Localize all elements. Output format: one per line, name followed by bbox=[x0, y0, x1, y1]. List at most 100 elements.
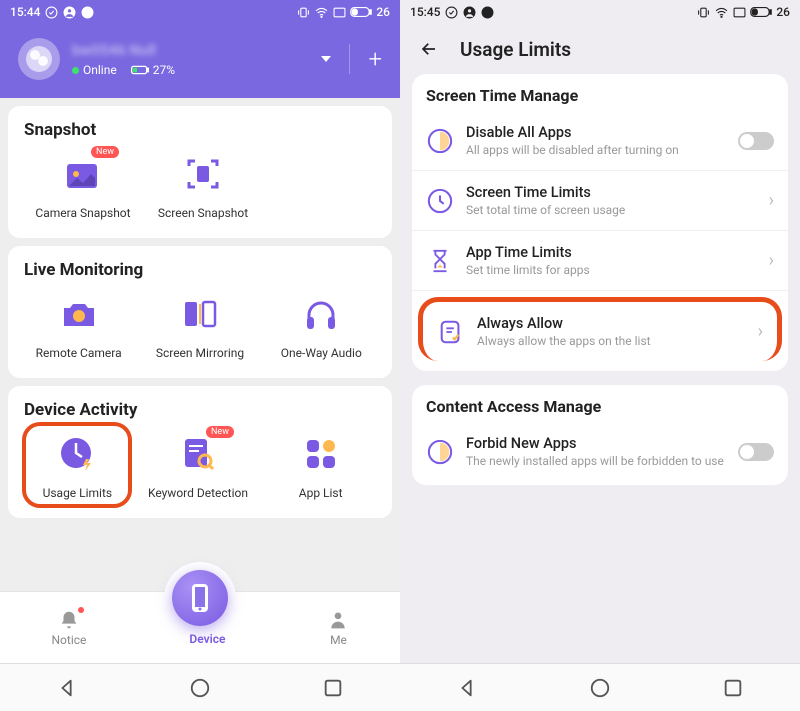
tab-me-label: Me bbox=[330, 633, 347, 647]
nav-back-icon[interactable] bbox=[456, 677, 478, 699]
keyword-detection-item[interactable]: New Keyword Detection bbox=[143, 432, 253, 500]
forbid-new-toggle[interactable] bbox=[738, 443, 774, 461]
vibrate-icon bbox=[297, 6, 310, 19]
live-monitoring-card: Live Monitoring Remote Camera Screen Mir… bbox=[8, 246, 392, 378]
usage-limits-item[interactable]: Usage Limits bbox=[22, 422, 132, 508]
arrow-left-icon bbox=[418, 40, 440, 58]
camera-pic-icon bbox=[63, 156, 103, 192]
right-phone-screen: 15:45 26 Usage Limits Screen Time Manage… bbox=[400, 0, 800, 711]
one-way-audio-item[interactable]: One-Way Audio bbox=[266, 292, 376, 360]
disable-all-title: Disable All Apps bbox=[466, 124, 726, 141]
clock-icon bbox=[427, 188, 453, 214]
usage-limits-label: Usage Limits bbox=[43, 486, 113, 500]
live-title: Live Monitoring bbox=[18, 260, 382, 280]
snapshot-card: Snapshot New Camera Snapshot Screen Snap… bbox=[8, 106, 392, 238]
back-button[interactable] bbox=[418, 40, 440, 58]
main-content: Snapshot New Camera Snapshot Screen Snap… bbox=[0, 98, 400, 591]
person-icon bbox=[328, 609, 348, 631]
online-status: Online bbox=[72, 63, 117, 77]
avatar[interactable] bbox=[18, 38, 60, 80]
tab-device-button[interactable] bbox=[172, 570, 228, 626]
keyword-icon bbox=[179, 435, 217, 473]
notice-badge-dot bbox=[78, 607, 84, 613]
status-bar-right: 15:45 26 bbox=[400, 0, 800, 24]
rect-icon bbox=[333, 7, 346, 18]
app-grid-icon bbox=[304, 437, 338, 471]
status-battery-right: 26 bbox=[776, 5, 790, 19]
clock-outline-icon bbox=[427, 439, 453, 465]
status-time: 15:44 bbox=[10, 5, 40, 19]
battery-small-icon bbox=[131, 65, 149, 75]
app-time-limits-sub: Set time limits for apps bbox=[466, 263, 757, 277]
remote-camera-label: Remote Camera bbox=[36, 346, 122, 360]
always-allow-title: Always Allow bbox=[477, 315, 746, 332]
wifi-icon bbox=[314, 6, 329, 19]
app-list-item[interactable]: App List bbox=[266, 432, 376, 500]
screen-snapshot-item[interactable]: Screen Snapshot bbox=[148, 152, 258, 220]
tab-notice[interactable]: Notice bbox=[52, 609, 87, 647]
tab-notice-label: Notice bbox=[52, 633, 87, 647]
battery-icon bbox=[350, 6, 372, 18]
screen-time-limits-sub: Set total time of screen usage bbox=[466, 203, 757, 217]
globe-icon bbox=[81, 6, 94, 19]
app-time-limits-row[interactable]: App Time Limits Set time limits for apps… bbox=[412, 231, 788, 291]
user-circle-icon bbox=[463, 6, 476, 19]
new-badge-2: New bbox=[206, 426, 234, 438]
device-dropdown-icon[interactable] bbox=[321, 56, 331, 62]
activity-title: Device Activity bbox=[18, 400, 382, 420]
chevron-right-icon: › bbox=[769, 190, 774, 211]
clock-outline-icon bbox=[427, 128, 453, 154]
nav-recent-icon[interactable] bbox=[722, 677, 744, 699]
status-battery: 26 bbox=[376, 5, 390, 19]
keyword-detection-label: Keyword Detection bbox=[148, 486, 248, 500]
nav-recent-icon[interactable] bbox=[322, 677, 344, 699]
android-nav-bar bbox=[0, 663, 400, 711]
screen-time-card: Screen Time Manage Disable All Apps All … bbox=[412, 74, 788, 371]
forbid-new-apps-row[interactable]: Forbid New Apps The newly installed apps… bbox=[412, 422, 788, 481]
user-circle-icon bbox=[63, 6, 76, 19]
chevron-right-icon: › bbox=[758, 321, 763, 342]
new-badge: New bbox=[91, 146, 119, 158]
disable-all-toggle[interactable] bbox=[738, 132, 774, 150]
chevron-right-icon: › bbox=[769, 250, 774, 271]
page-header: Usage Limits bbox=[400, 24, 800, 74]
battery-icon bbox=[750, 6, 772, 18]
wifi-icon bbox=[714, 6, 729, 19]
always-allow-sub: Always allow the apps on the list bbox=[477, 334, 746, 348]
bell-icon bbox=[58, 609, 80, 631]
app-list-label: App List bbox=[299, 486, 343, 500]
clock-bolt-icon bbox=[58, 435, 96, 473]
screen-time-limits-row[interactable]: Screen Time Limits Set total time of scr… bbox=[412, 171, 788, 231]
page-title: Usage Limits bbox=[460, 38, 571, 61]
nav-home-icon[interactable] bbox=[189, 677, 211, 699]
bottom-tab-bar: Notice Device Me bbox=[0, 591, 400, 663]
screen-mirroring-label: Screen Mirroring bbox=[156, 346, 244, 360]
screen-time-section-title: Screen Time Manage bbox=[426, 86, 788, 105]
nav-back-icon[interactable] bbox=[56, 677, 78, 699]
rect-icon bbox=[733, 7, 746, 18]
disable-all-apps-row[interactable]: Disable All Apps All apps will be disabl… bbox=[412, 111, 788, 171]
camera-snapshot-item[interactable]: New Camera Snapshot bbox=[28, 152, 138, 220]
remote-camera-item[interactable]: Remote Camera bbox=[24, 292, 134, 360]
disable-all-sub: All apps will be disabled after turning … bbox=[466, 143, 726, 157]
forbid-new-title: Forbid New Apps bbox=[466, 435, 726, 452]
always-allow-row[interactable]: Always Allow Always allow the apps on th… bbox=[418, 297, 782, 361]
device-battery-status: 27% bbox=[131, 63, 175, 77]
add-device-button[interactable]: + bbox=[368, 45, 382, 73]
screen-time-limits-title: Screen Time Limits bbox=[466, 184, 757, 201]
forbid-new-sub: The newly installed apps will be forbidd… bbox=[466, 454, 726, 468]
screen-mirroring-item[interactable]: Screen Mirroring bbox=[145, 292, 255, 360]
divider bbox=[349, 44, 350, 74]
nav-home-icon[interactable] bbox=[589, 677, 611, 699]
tab-me[interactable]: Me bbox=[328, 609, 348, 647]
device-username: bw0546 Null bbox=[72, 41, 175, 59]
check-circle-icon bbox=[445, 6, 458, 19]
app-time-limits-title: App Time Limits bbox=[466, 244, 757, 261]
left-phone-screen: 15:44 26 bw0546 Null Online 27% bbox=[0, 0, 400, 711]
mirror-icon bbox=[181, 298, 219, 330]
content-access-section-title: Content Access Manage bbox=[426, 397, 788, 416]
screen-snapshot-label: Screen Snapshot bbox=[158, 206, 248, 220]
phone-icon bbox=[189, 583, 211, 613]
headphones-icon bbox=[303, 297, 339, 331]
camera-icon bbox=[60, 298, 98, 330]
